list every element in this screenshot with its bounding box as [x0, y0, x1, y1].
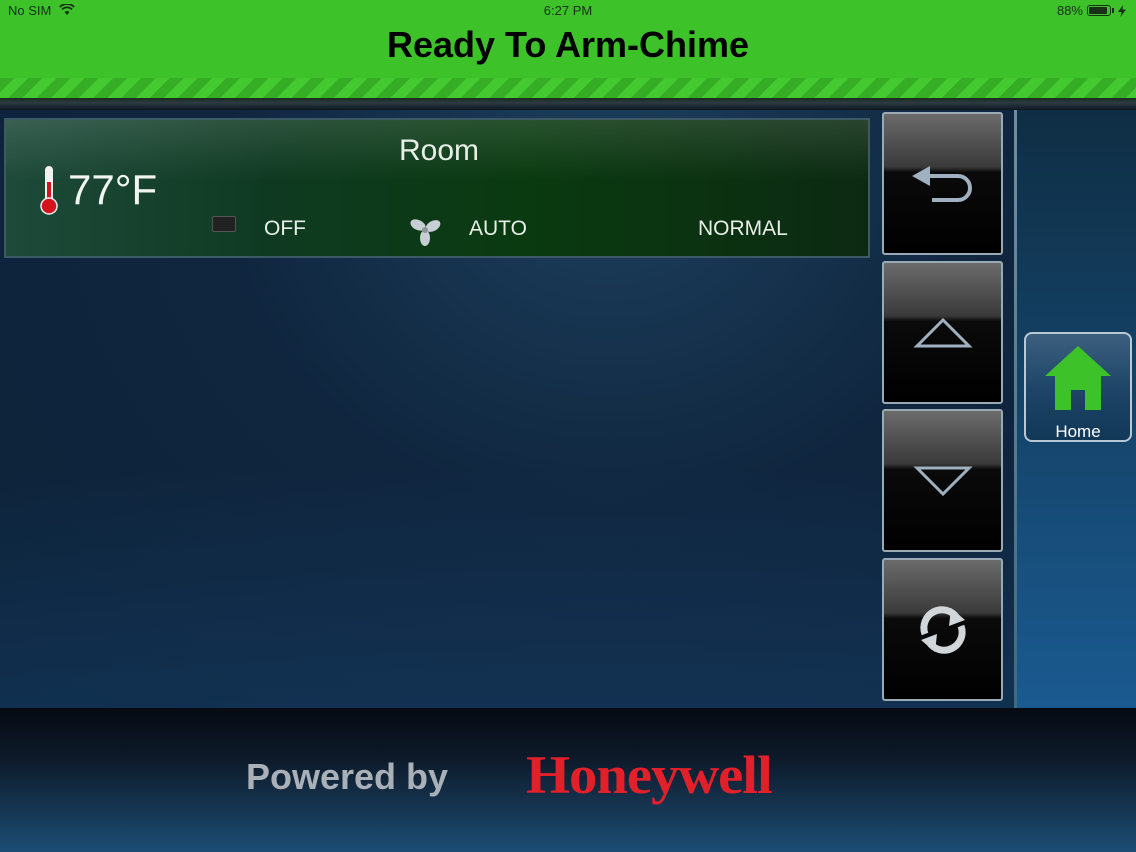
header-divider	[0, 98, 1136, 110]
arrow-down-icon	[912, 466, 973, 496]
honeywell-logo: Honeywell	[526, 745, 773, 805]
arm-status-title: Ready To Arm-Chime	[386, 24, 750, 65]
refresh-button[interactable]	[882, 558, 1003, 701]
thermometer-icon	[40, 166, 58, 215]
app-header: No SIM 6:27 PM 88% Ready To Arm-Chime	[0, 0, 1136, 100]
status-time: 6:27 PM	[543, 3, 593, 18]
arrow-up-icon	[912, 317, 973, 347]
scroll-down-button[interactable]	[882, 409, 1003, 552]
fan-mode-label[interactable]: AUTO	[469, 217, 527, 241]
thermostat-name: Room	[398, 134, 480, 167]
system-mode-label[interactable]: OFF	[264, 217, 306, 241]
charging-icon	[1118, 4, 1126, 17]
system-mode-indicator	[212, 216, 236, 232]
home-button[interactable]: Home	[1024, 332, 1132, 442]
house-icon	[1045, 346, 1111, 410]
temperature-readout: 77°F	[68, 166, 158, 213]
back-button[interactable]	[882, 112, 1003, 255]
status-battery: 88%	[1057, 3, 1126, 18]
schedule-label[interactable]: NORMAL	[698, 217, 788, 241]
powered-by-label: Powered by	[246, 756, 449, 797]
fan-icon	[410, 219, 441, 246]
footer: Powered by Honeywell	[0, 708, 1136, 852]
scroll-up-button[interactable]	[882, 261, 1003, 404]
refresh-icon	[919, 605, 966, 654]
main-panel: Room 77°F OFF AUTO NORMAL	[0, 110, 1016, 708]
battery-percent: 88%	[1056, 3, 1083, 18]
header-stripes	[0, 78, 1136, 98]
battery-icon	[1087, 5, 1111, 16]
thermostat-card[interactable]: Room 77°F OFF AUTO NORMAL	[4, 118, 870, 258]
home-label: Home	[1055, 422, 1101, 441]
panel-divider	[1014, 110, 1017, 708]
back-icon	[911, 165, 972, 202]
